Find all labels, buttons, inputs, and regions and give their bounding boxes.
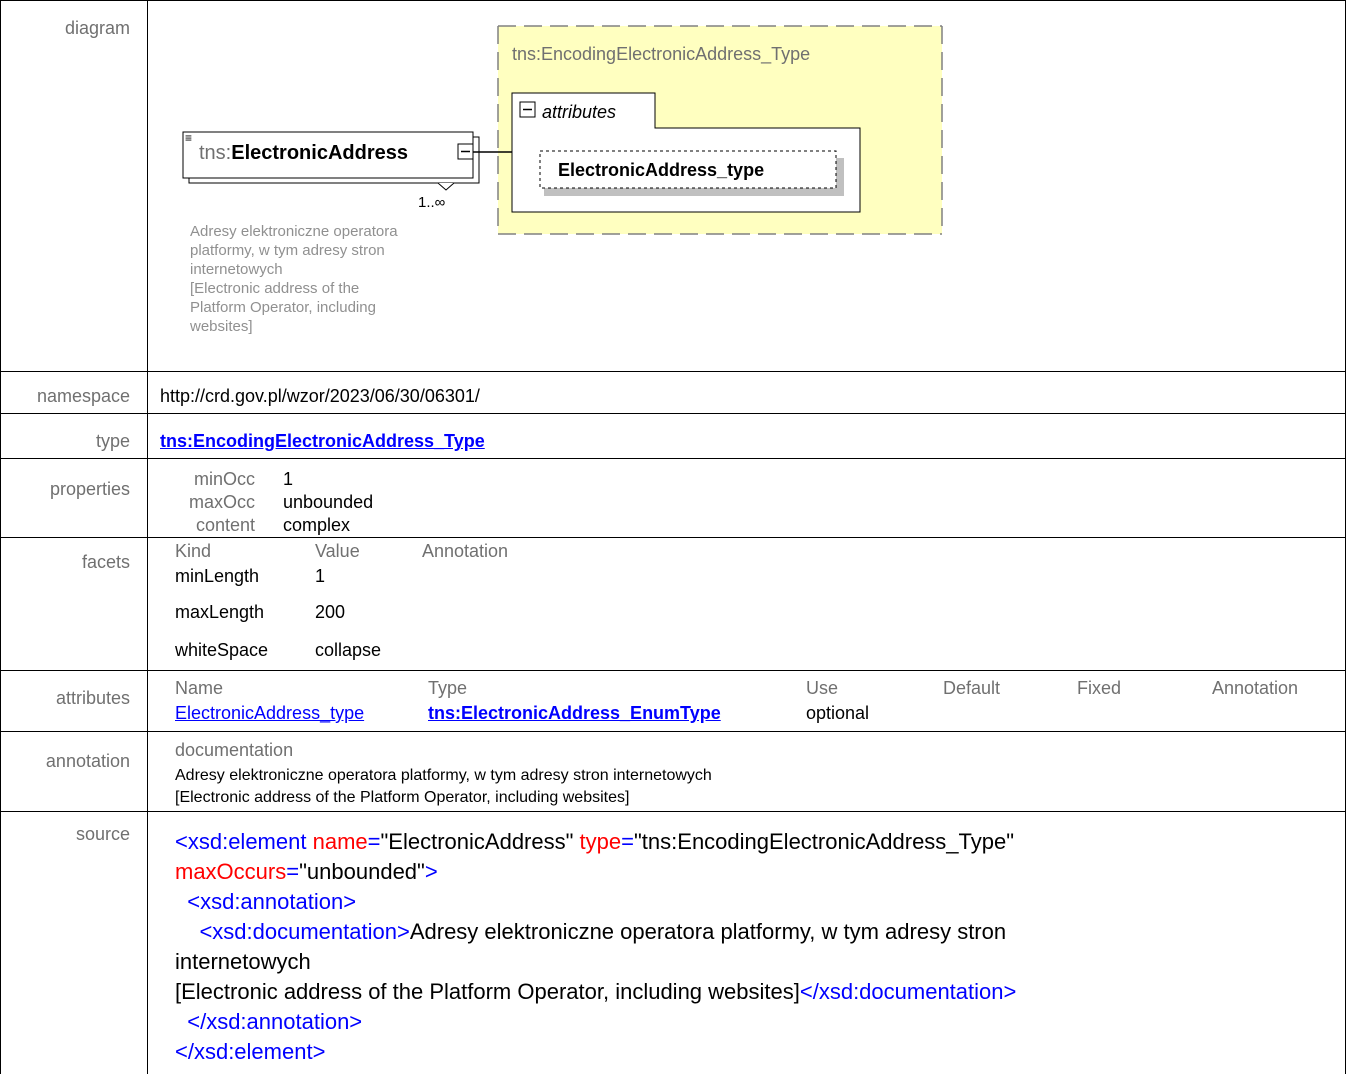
attr-header-name: Name	[175, 678, 224, 698]
facets-header-annotation: Annotation	[422, 541, 509, 561]
annotation-heading: documentation	[175, 740, 294, 760]
row-divider	[0, 413, 1346, 414]
element-annotation-note: Adresy elektroniczne operatora platformy…	[190, 223, 398, 335]
source-line: maxOccurs="unbounded">	[175, 859, 438, 884]
prop-content-label: content	[195, 515, 255, 535]
doc-marker-icon: ≡	[185, 131, 192, 145]
row-label-source: source	[75, 824, 130, 844]
row-divider	[0, 731, 1346, 732]
attributes-group-label: attributes	[542, 102, 616, 122]
source-line: <xsd:element name="ElectronicAddress" ty…	[175, 829, 1015, 854]
facet-value: 1	[315, 566, 326, 586]
prop-maxocc-label: maxOcc	[188, 492, 255, 512]
xsd-doc-table: diagram namespace type properties facets…	[0, 0, 1346, 1074]
row-divider	[0, 371, 1346, 372]
source-line: internetowych	[175, 949, 311, 974]
facets-header-kind: Kind	[175, 541, 212, 561]
source-line: <xsd:documentation>Adresy elektroniczne …	[199, 919, 1007, 944]
attr-name-link[interactable]: ElectronicAddress_type	[175, 703, 364, 724]
attribute-name: ElectronicAddress_type	[558, 160, 764, 180]
row-divider	[0, 811, 1346, 812]
annotation-line: Adresy elektroniczne operatora platformy…	[175, 767, 712, 784]
row-label-type: type	[95, 431, 130, 451]
attr-type-link[interactable]: tns:ElectronicAddress_EnumType	[428, 703, 721, 724]
prop-minocc-label: minOcc	[193, 469, 255, 489]
facet-kind: whiteSpace	[175, 640, 269, 660]
row-label-annotation: annotation	[45, 751, 130, 771]
attr-header-fixed: Fixed	[1077, 678, 1122, 698]
row-label-namespace: namespace	[36, 386, 130, 406]
prop-content-value: complex	[283, 515, 351, 535]
row-divider	[0, 458, 1346, 459]
facet-kind: maxLength	[175, 602, 265, 622]
row-label-facets: facets	[81, 552, 130, 572]
type-box-title: tns:EncodingElectronicAddress_Type	[512, 44, 810, 65]
row-label-properties: properties	[49, 479, 130, 499]
prop-maxocc-value: unbounded	[283, 492, 374, 512]
attr-use-value: optional	[806, 703, 870, 723]
row-label-attributes: attributes	[55, 688, 130, 708]
attr-header-default: Default	[943, 678, 1001, 698]
annotation-line: [Electronic address of the Platform Oper…	[175, 789, 630, 806]
row-divider	[0, 670, 1346, 671]
source-line: </xsd:annotation>	[187, 1009, 363, 1034]
attr-header-annotation: Annotation	[1212, 678, 1299, 698]
source-line: <xsd:annotation>	[187, 889, 357, 914]
attr-header-type: Type	[428, 678, 468, 698]
facet-kind: minLength	[175, 566, 260, 586]
cardinality-label: 1..∞	[418, 194, 446, 211]
type-link[interactable]: tns:EncodingElectronicAddress_Type	[160, 431, 485, 452]
facet-value: 200	[315, 602, 346, 622]
source-line: [Electronic address of the Platform Oper…	[175, 979, 1017, 1004]
element-name: tns:ElectronicAddress	[199, 142, 408, 164]
facet-value: collapse	[315, 640, 382, 660]
facets-header-value: Value	[315, 541, 360, 561]
attr-header-use: Use	[806, 678, 839, 698]
prop-minocc-value: 1	[283, 469, 294, 489]
namespace-value: http://crd.gov.pl/wzor/2023/06/30/06301/	[160, 386, 480, 406]
source-line: </xsd:element>	[175, 1039, 326, 1064]
row-divider	[0, 537, 1346, 538]
